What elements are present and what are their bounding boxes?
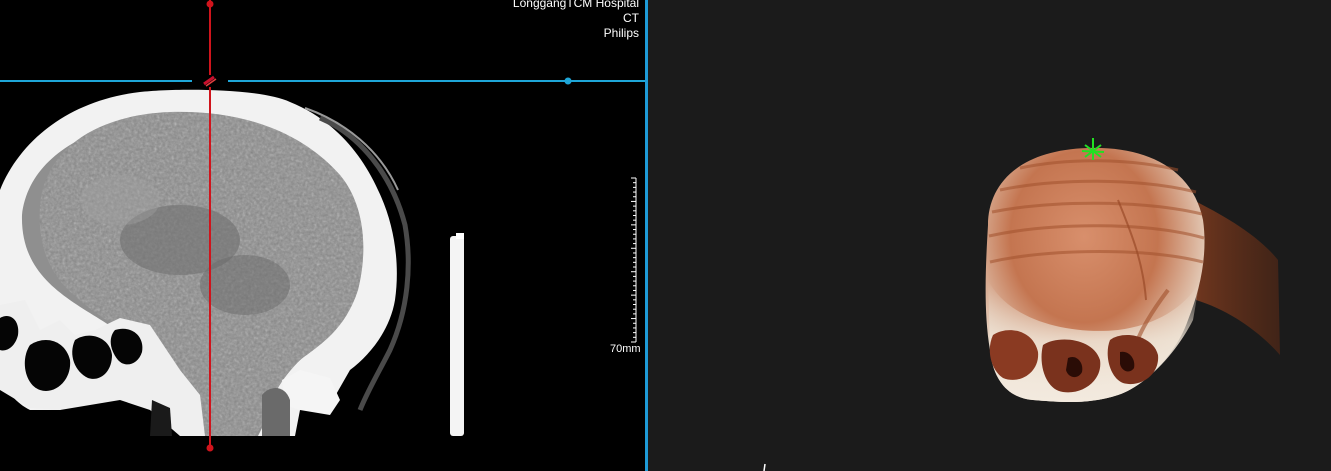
dicom-overlay-info: LonggangTCM Hospital CT Philips bbox=[513, 0, 639, 41]
cursor-tick bbox=[763, 463, 766, 471]
modality-label: CT bbox=[623, 11, 639, 25]
ct-slice-image bbox=[0, 0, 645, 452]
horizontal-crosshair-handle bbox=[564, 77, 572, 85]
scale-bar-label: 70mm bbox=[610, 343, 641, 355]
volume-render-viewport[interactable] bbox=[648, 0, 1331, 471]
vertical-crosshair-top-handle bbox=[206, 0, 214, 8]
hospital-name: LonggangTCM Hospital bbox=[512, 0, 639, 10]
vertical-crosshair-bottom-handle bbox=[206, 444, 214, 452]
volume-render-image bbox=[763, 138, 1280, 471]
manufacturer-label: Philips bbox=[603, 26, 639, 40]
ct-sagittal-viewport[interactable]: LonggangTCM Hospital CT Philips 70mm bbox=[0, 0, 645, 471]
